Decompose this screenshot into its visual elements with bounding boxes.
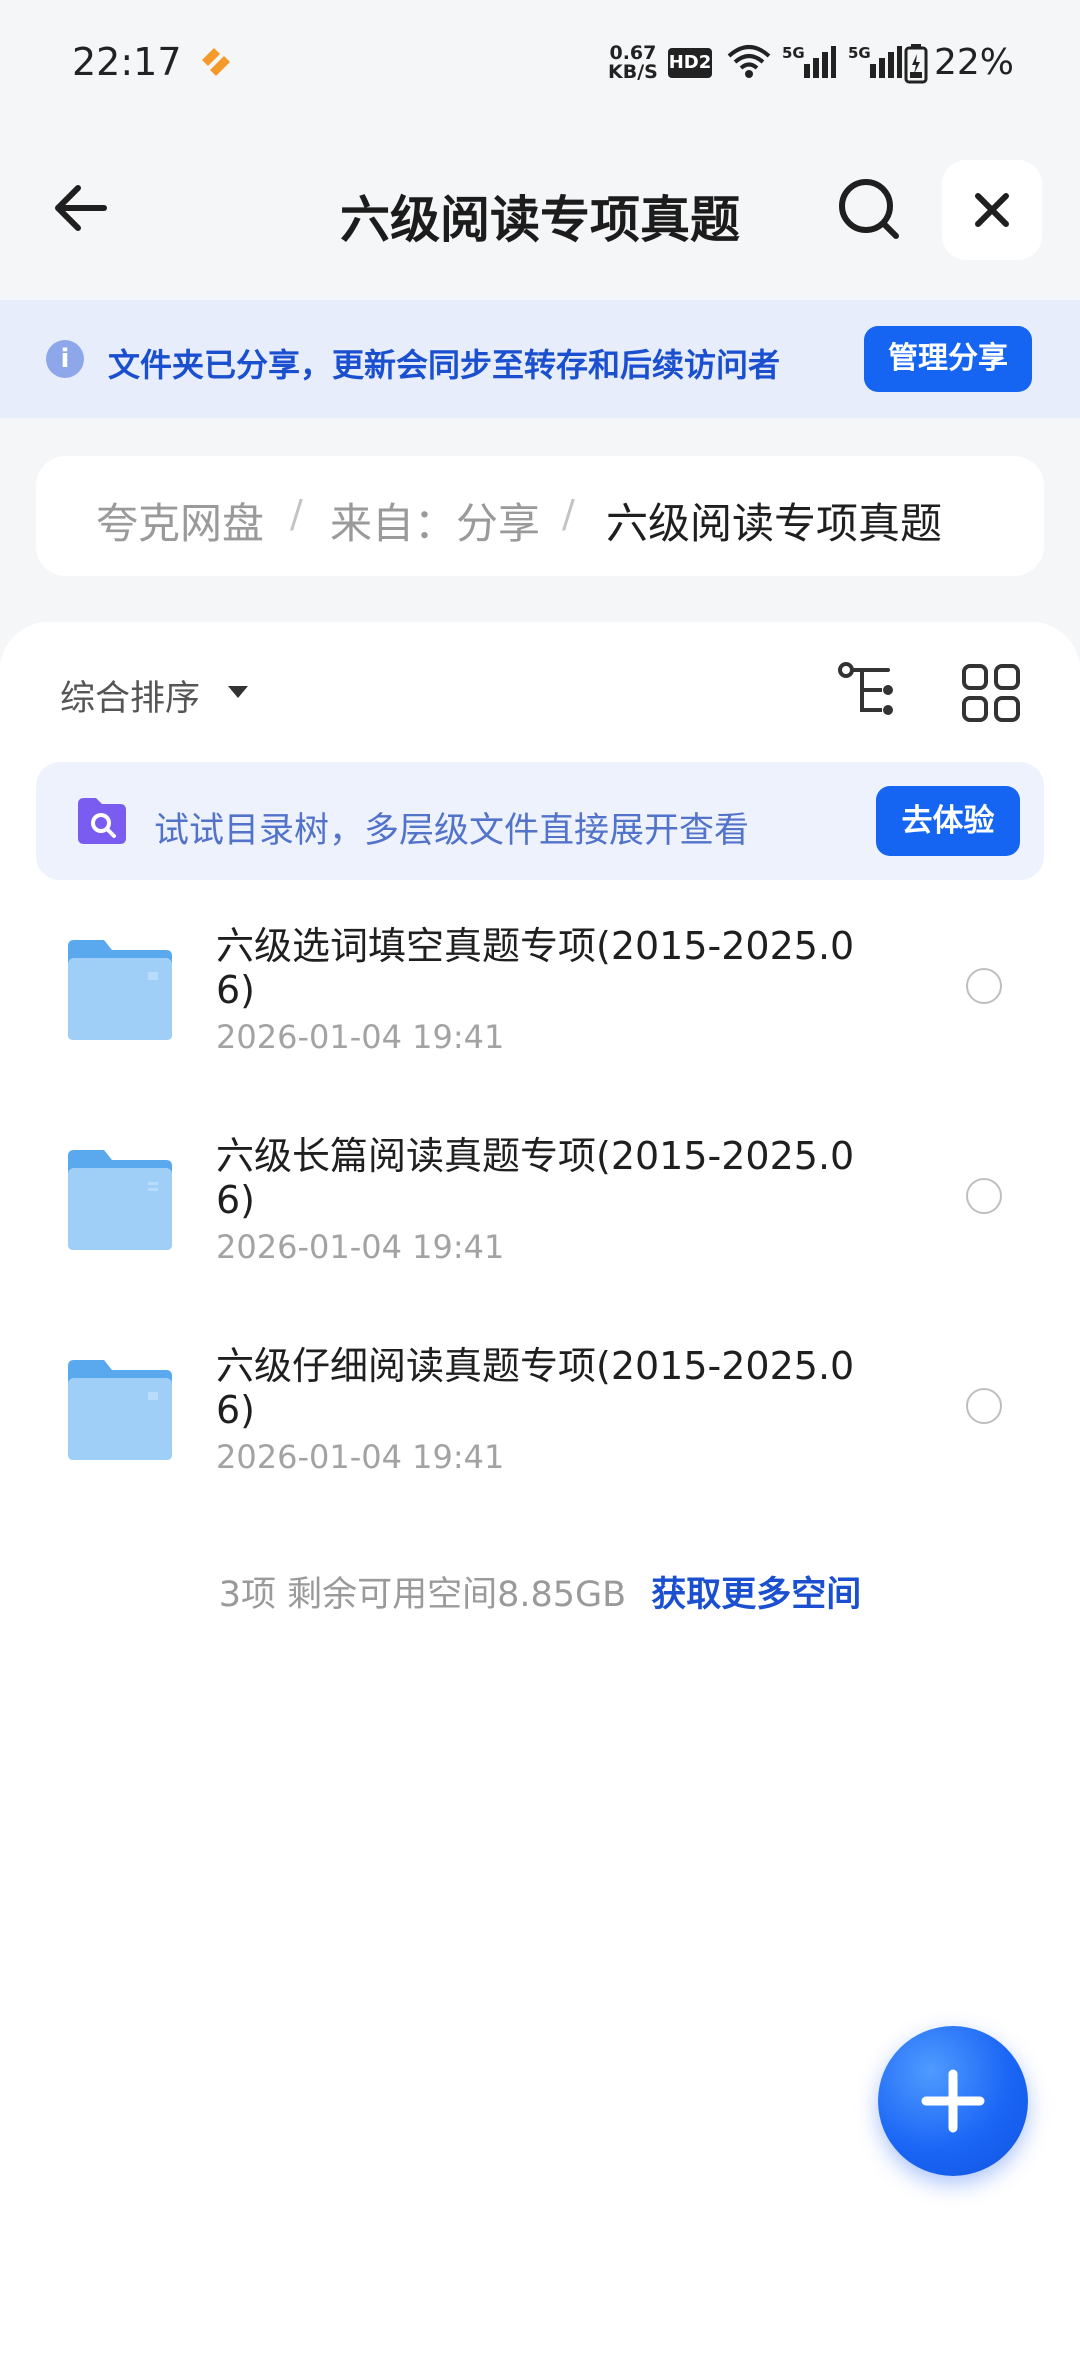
status-time: 22:17 xyxy=(72,40,182,84)
breadcrumb-item-current: 六级阅读专项真题 xyxy=(606,499,943,548)
share-banner-text: 文件夹已分享，更新会同步至转存和后续访问者 xyxy=(108,346,781,384)
back-button[interactable] xyxy=(44,170,120,246)
page-title: 六级阅读专项真题 xyxy=(340,191,740,249)
directory-tree-icon xyxy=(838,662,893,715)
file-date: 2026-01-04 19:41 xyxy=(216,1228,505,1266)
file-date: 2026-01-04 19:41 xyxy=(216,1018,505,1056)
folder-icon xyxy=(64,1148,176,1252)
file-date: 2026-01-04 19:41 xyxy=(216,1438,505,1476)
battery-percent: 22% xyxy=(934,42,1015,83)
manage-share-button[interactable]: 管理分享 xyxy=(864,326,1032,392)
breadcrumb-item-root[interactable]: 夸克网盘 xyxy=(96,490,264,551)
grid-view-button[interactable] xyxy=(960,662,1022,724)
cellular-signal-icon: 5G xyxy=(782,42,836,86)
battery-icon xyxy=(904,44,928,88)
close-icon xyxy=(975,193,1009,227)
hd-voice-icon: HD2 xyxy=(668,48,712,78)
plus-icon xyxy=(921,2069,985,2133)
network-speed-unit: KB/S xyxy=(608,61,658,83)
info-icon: i xyxy=(46,340,84,378)
directory-tree-button[interactable] xyxy=(836,660,900,724)
try-it-button[interactable]: 去体验 xyxy=(876,786,1020,856)
folder-icon xyxy=(64,938,176,1042)
storage-footer: 3项 剩余可用空间8.85GB 获取更多空间 xyxy=(0,1566,1080,1617)
item-count-storage: 3项 剩余可用空间8.85GB xyxy=(218,1575,627,1615)
select-checkbox[interactable] xyxy=(966,968,1002,1004)
sort-dropdown[interactable]: 综合排序 xyxy=(60,670,200,721)
add-button[interactable] xyxy=(878,2026,1028,2176)
file-name[interactable]: 六级仔细阅读真题专项(2015-2025.06) xyxy=(216,1344,866,1432)
caret-down-icon[interactable] xyxy=(228,686,248,698)
signal-5g-label: 5G xyxy=(782,44,805,62)
wifi-icon xyxy=(726,42,772,84)
get-more-space-link[interactable]: 获取更多空间 xyxy=(651,1575,861,1615)
network-speed: 0.67 KB/S xyxy=(608,44,658,82)
arrow-left-icon xyxy=(55,185,107,231)
search-button[interactable] xyxy=(832,172,908,248)
folder-search-icon xyxy=(74,792,130,848)
search-icon xyxy=(839,179,899,239)
folder-icon xyxy=(64,1358,176,1462)
breadcrumb-separator-2: / xyxy=(562,492,575,536)
promo-text: 试试目录树，多层级文件直接展开查看 xyxy=(154,811,750,851)
app-notification-icon xyxy=(196,44,236,76)
close-button[interactable] xyxy=(942,160,1042,260)
grid-view-icon xyxy=(962,664,1020,722)
breadcrumb-item-share[interactable]: 来自：分享 xyxy=(330,490,540,551)
signal-5g-label-2: 5G xyxy=(848,44,871,62)
file-name[interactable]: 六级选词填空真题专项(2015-2025.06) xyxy=(216,924,866,1012)
cellular-signal-icon-2: 5G xyxy=(848,42,902,86)
file-name[interactable]: 六级长篇阅读真题专项(2015-2025.06) xyxy=(216,1134,866,1222)
select-checkbox[interactable] xyxy=(966,1178,1002,1214)
breadcrumb-separator: / xyxy=(290,492,303,536)
select-checkbox[interactable] xyxy=(966,1388,1002,1424)
